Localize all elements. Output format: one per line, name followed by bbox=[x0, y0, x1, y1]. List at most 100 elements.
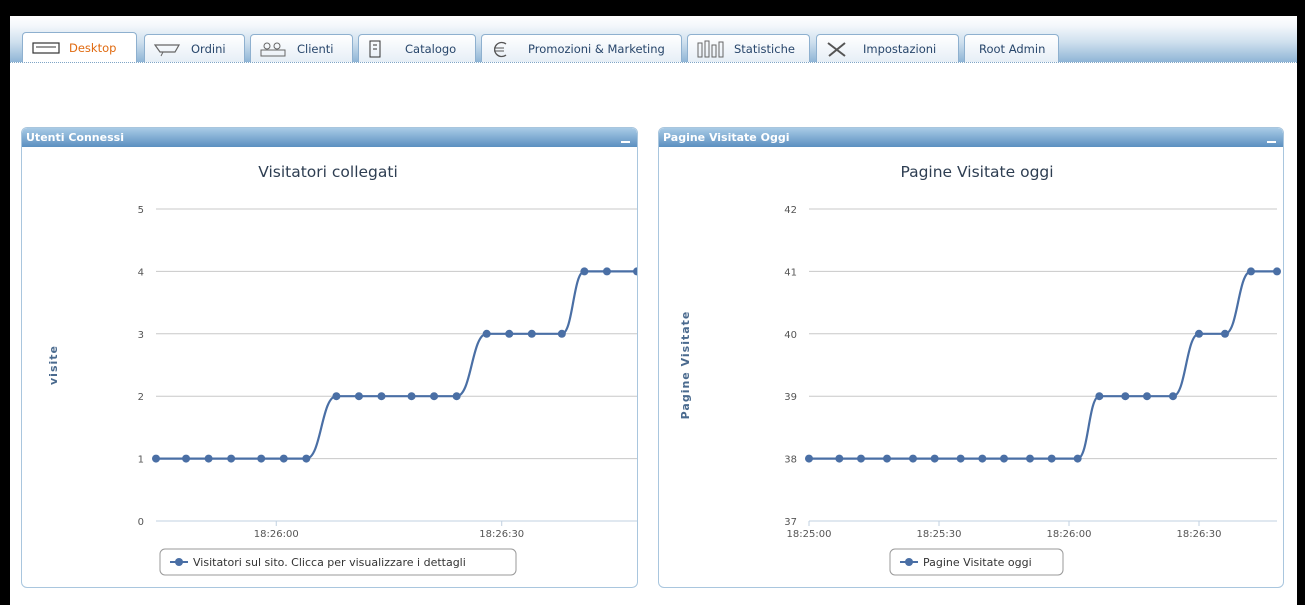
data-point[interactable] bbox=[835, 454, 844, 463]
y-axis-title: visite bbox=[47, 345, 60, 385]
series-line bbox=[809, 270, 1277, 460]
y-tick-label: 37 bbox=[784, 517, 797, 528]
panel-pagine-visitate: Pagine Visitate Oggi Pagine Visitate ogg… bbox=[658, 127, 1284, 588]
tab-label: Impostazioni bbox=[863, 41, 937, 56]
legend-item[interactable]: Pagine Visitate oggi bbox=[889, 548, 1064, 576]
tab-clienti[interactable]: Clienti bbox=[250, 34, 353, 62]
y-tick-label: 42 bbox=[784, 205, 797, 216]
data-point[interactable] bbox=[883, 454, 891, 463]
data-point[interactable] bbox=[354, 392, 363, 401]
pages-chart: Pagine Visitate oggi 37 38 39 40 41 42 18:25:00… bbox=[679, 163, 1281, 576]
tab-promozioni-marketing[interactable]: Promozioni & Marketing bbox=[481, 34, 682, 62]
data-point[interactable] bbox=[377, 392, 386, 401]
data-point[interactable] bbox=[1169, 392, 1177, 401]
data-point[interactable] bbox=[505, 329, 514, 338]
tab-label: Ordini bbox=[191, 41, 226, 56]
data-point[interactable] bbox=[930, 454, 939, 463]
legend-marker bbox=[905, 558, 913, 566]
data-point[interactable] bbox=[279, 454, 288, 463]
data-point[interactable] bbox=[1221, 329, 1229, 338]
main-tab-bar: Desktop Ordini Clienti Catalogo Promozioni &… bbox=[10, 16, 1297, 63]
data-point[interactable] bbox=[257, 454, 266, 463]
y-tick-label: 1 bbox=[138, 455, 144, 466]
data-point[interactable] bbox=[482, 329, 491, 338]
data-point[interactable] bbox=[978, 454, 987, 463]
euro-icon bbox=[494, 41, 507, 57]
data-point[interactable] bbox=[1121, 392, 1130, 401]
y-tick-label: 39 bbox=[784, 392, 797, 403]
y-tick-label: 38 bbox=[784, 455, 797, 466]
data-point[interactable] bbox=[805, 454, 813, 463]
panel-title: Utenti Connessi bbox=[26, 131, 124, 144]
y-tick-label: 5 bbox=[138, 205, 144, 216]
x-tick-label: 18:26:00 bbox=[1047, 529, 1092, 540]
data-point[interactable] bbox=[182, 454, 191, 463]
data-point[interactable] bbox=[204, 454, 213, 463]
minimize-icon[interactable] bbox=[621, 141, 630, 143]
tab-label: Clienti bbox=[297, 41, 334, 56]
data-point[interactable] bbox=[1143, 392, 1151, 401]
cart-icon bbox=[153, 43, 181, 56]
data-point[interactable] bbox=[332, 392, 341, 401]
chart-title: Visitatori collegati bbox=[258, 163, 398, 181]
y-tick-label: 41 bbox=[784, 267, 797, 278]
panel-header: Pagine Visitate Oggi bbox=[659, 128, 1283, 147]
data-point[interactable] bbox=[227, 454, 236, 463]
y-axis-title: Pagine Visitate bbox=[679, 311, 692, 420]
tab-statistiche[interactable]: Statistiche bbox=[687, 34, 810, 62]
data-point[interactable] bbox=[452, 392, 461, 401]
data-point[interactable] bbox=[1273, 267, 1281, 276]
users-icon bbox=[260, 42, 286, 56]
tab-label: Promozioni & Marketing bbox=[528, 41, 665, 56]
tab-root-admin[interactable]: Root Admin bbox=[964, 34, 1059, 62]
data-point[interactable] bbox=[857, 454, 865, 463]
legend-label: Pagine Visitate oggi bbox=[923, 556, 1032, 569]
data-point[interactable] bbox=[407, 392, 416, 401]
data-point[interactable] bbox=[909, 454, 917, 463]
visitors-chart: Visitatori collegati 0 1 2 3 4 5 18:26:00 18:26:… bbox=[47, 163, 637, 576]
tab-catalogo[interactable]: Catalogo bbox=[358, 34, 476, 62]
data-point[interactable] bbox=[633, 267, 637, 276]
y-tick-label: 4 bbox=[138, 267, 144, 278]
data-point[interactable] bbox=[430, 392, 439, 401]
tab-label: Statistiche bbox=[734, 41, 795, 56]
stats-icon bbox=[697, 40, 724, 57]
y-tick-label: 2 bbox=[138, 392, 144, 403]
data-point[interactable] bbox=[1195, 329, 1203, 338]
data-point[interactable] bbox=[1047, 454, 1056, 463]
data-point[interactable] bbox=[1026, 454, 1034, 463]
data-point[interactable] bbox=[557, 329, 566, 338]
data-point[interactable] bbox=[1073, 454, 1082, 463]
data-point[interactable] bbox=[152, 454, 160, 463]
tab-label: Catalogo bbox=[405, 41, 457, 56]
data-point[interactable] bbox=[1000, 454, 1008, 463]
data-point[interactable] bbox=[1247, 267, 1255, 276]
minimize-icon[interactable] bbox=[1267, 141, 1276, 143]
tab-ordini[interactable]: Ordini bbox=[144, 34, 245, 62]
x-tick-label: 18:26:30 bbox=[479, 529, 524, 540]
legend-item[interactable]: Visitatori sul sito. Clicca per visualiz… bbox=[159, 548, 517, 576]
data-point[interactable] bbox=[302, 454, 311, 463]
y-tick-label: 0 bbox=[138, 517, 144, 528]
x-tick-label: 18:26:00 bbox=[254, 529, 299, 540]
legend-marker bbox=[175, 558, 183, 566]
panel-title: Pagine Visitate Oggi bbox=[663, 131, 790, 144]
app-frame: Desktop Ordini Clienti Catalogo Promozioni &… bbox=[10, 16, 1297, 605]
tab-label: Root Admin bbox=[979, 41, 1046, 56]
data-point[interactable] bbox=[1095, 392, 1104, 401]
panel-utenti-connessi: Utenti Connessi Visitatori collegati 0 1 2 3… bbox=[21, 127, 638, 588]
catalog-icon bbox=[369, 40, 381, 57]
legend-label: Visitatori sul sito. Clicca per visualiz… bbox=[193, 556, 466, 569]
data-point[interactable] bbox=[602, 267, 611, 276]
tab-impostazioni[interactable]: Impostazioni bbox=[816, 34, 959, 62]
data-point[interactable] bbox=[580, 267, 589, 276]
series-line bbox=[156, 270, 637, 460]
tab-label: Desktop bbox=[69, 40, 117, 55]
tab-desktop[interactable]: Desktop bbox=[22, 32, 137, 62]
chart-title: Pagine Visitate oggi bbox=[900, 163, 1053, 181]
tools-icon bbox=[827, 41, 846, 57]
y-tick-label: 40 bbox=[784, 330, 797, 341]
data-point[interactable] bbox=[527, 329, 536, 338]
data-point[interactable] bbox=[956, 454, 965, 463]
x-tick-label: 18:25:30 bbox=[917, 529, 962, 540]
